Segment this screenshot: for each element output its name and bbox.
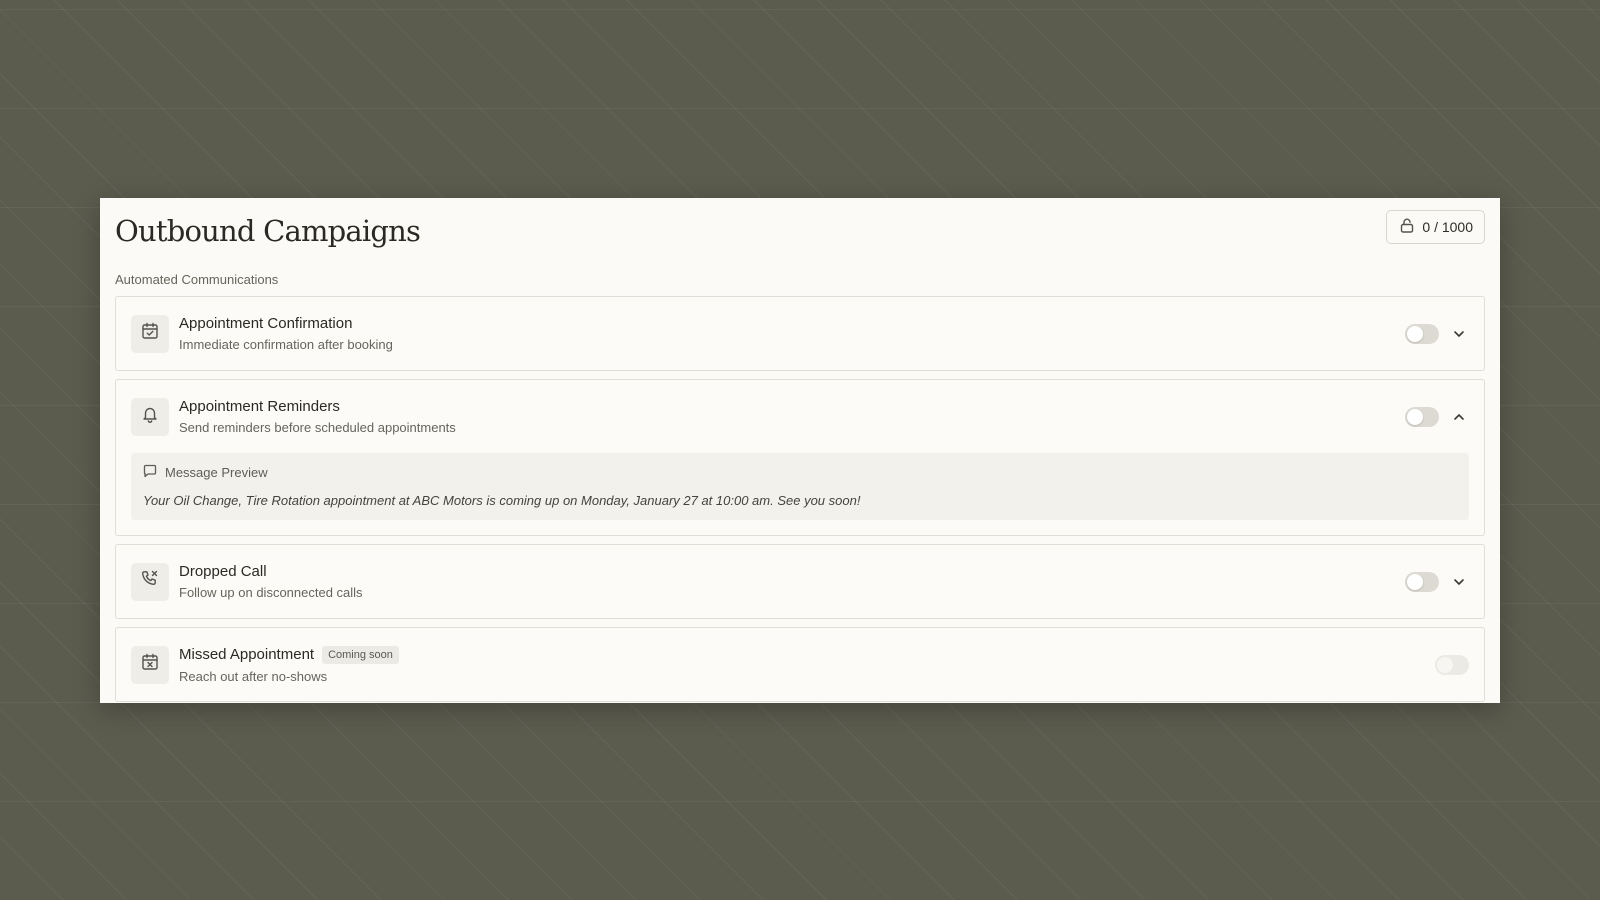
campaign-row[interactable]: Appointment Confirmation Immediate confi… (116, 297, 1484, 370)
chevron-down-icon[interactable] (1449, 572, 1469, 592)
campaign-description: Reach out after no-shows (179, 668, 328, 684)
campaign-toggle[interactable] (1405, 571, 1439, 592)
campaign-title: Appointment Confirmation (179, 315, 353, 332)
lock-icon (1400, 218, 1414, 236)
campaign-icon-box (131, 645, 169, 684)
message-preview-header: Message Preview (143, 464, 1457, 481)
chevron-up-icon[interactable] (1449, 407, 1469, 427)
campaign-icon-box (131, 397, 169, 436)
campaign-row: Missed Appointment Coming soon Reach out… (116, 628, 1484, 701)
campaign-toggle-disabled (1435, 654, 1469, 675)
message-preview: Message Preview Your Oil Change, Tire Ro… (131, 453, 1469, 520)
campaign-controls (1435, 654, 1469, 675)
campaign-toggle[interactable] (1405, 323, 1439, 344)
campaign-text: Dropped Call Follow up on disconnected c… (179, 563, 1405, 600)
campaign-controls (1405, 571, 1469, 592)
toggle-knob (1407, 573, 1423, 590)
chevron-down-icon[interactable] (1449, 324, 1469, 344)
campaigns-panel: Outbound Campaigns 0 / 1000 Automated Co… (100, 198, 1500, 703)
campaign-row[interactable]: Appointment Reminders Send reminders bef… (116, 380, 1484, 453)
campaign-icon-box (131, 562, 169, 601)
campaign-text: Appointment Reminders Send reminders bef… (179, 398, 1405, 435)
campaign-description: Send reminders before scheduled appointm… (179, 420, 456, 435)
campaign-card-appointment-confirmation: Appointment Confirmation Immediate confi… (115, 296, 1485, 371)
campaign-controls (1405, 323, 1469, 344)
campaign-title: Missed Appointment (179, 646, 315, 663)
usage-count: 0 / 1000 (1422, 219, 1473, 235)
bell-icon (141, 405, 159, 428)
campaign-title: Dropped Call (179, 563, 267, 580)
coming-soon-badge: Coming soon (322, 645, 399, 664)
usage-counter-button[interactable]: 0 / 1000 (1386, 210, 1485, 244)
campaign-text: Missed Appointment Coming soon Reach out… (179, 645, 1435, 684)
campaign-icon-box (131, 314, 169, 353)
calendar-check-icon (141, 322, 159, 345)
panel-header: Outbound Campaigns 0 / 1000 (115, 210, 1485, 260)
toggle-knob (1407, 325, 1423, 342)
campaign-card-appointment-reminders: Appointment Reminders Send reminders bef… (115, 379, 1485, 536)
phone-missed-icon (141, 570, 159, 593)
campaign-toggle[interactable] (1405, 406, 1439, 427)
campaign-row[interactable]: Dropped Call Follow up on disconnected c… (116, 545, 1484, 618)
campaign-description: Immediate confirmation after booking (179, 337, 393, 352)
toggle-knob (1437, 656, 1453, 673)
calendar-x-icon (141, 653, 159, 676)
campaign-description: Follow up on disconnected calls (179, 585, 363, 600)
campaign-card-missed-appointment: Missed Appointment Coming soon Reach out… (115, 627, 1485, 702)
section-label: Automated Communications (115, 272, 279, 287)
message-preview-label: Message Preview (165, 465, 268, 480)
campaign-text: Appointment Confirmation Immediate confi… (179, 315, 1405, 352)
page-title: Outbound Campaigns (115, 214, 421, 248)
campaign-controls (1405, 406, 1469, 427)
message-preview-text: Your Oil Change, Tire Rotation appointme… (143, 493, 861, 508)
message-icon (143, 464, 157, 481)
campaign-title: Appointment Reminders (179, 398, 340, 415)
campaign-card-dropped-call: Dropped Call Follow up on disconnected c… (115, 544, 1485, 619)
toggle-knob (1407, 408, 1423, 425)
